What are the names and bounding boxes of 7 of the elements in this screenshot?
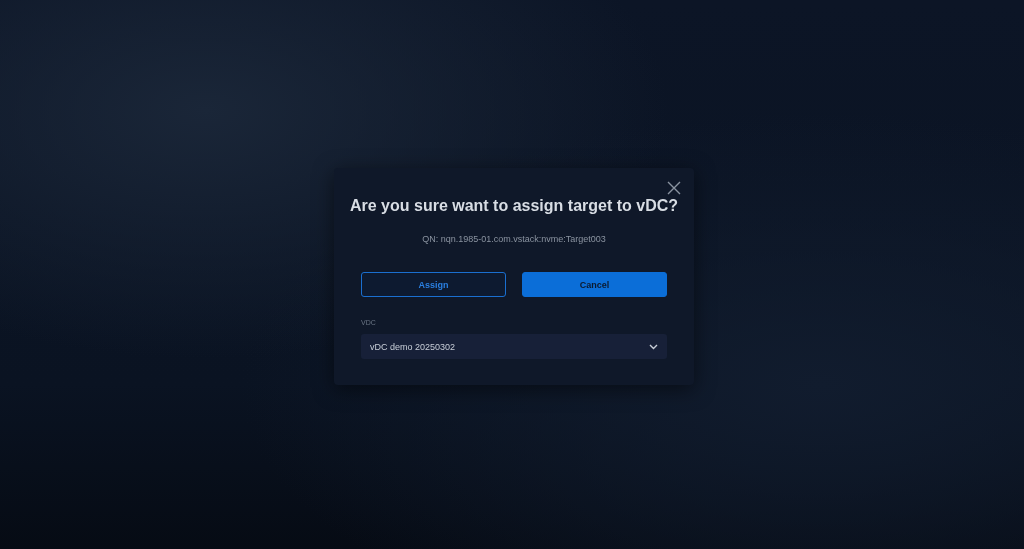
close-icon[interactable] [667,181,681,195]
dialog-title: Are you sure want to assign target to vDC? [348,196,680,216]
chevron-down-icon [649,343,658,350]
cancel-button[interactable]: Cancel [522,272,667,297]
assign-button[interactable]: Assign [361,272,506,297]
vdc-select[interactable]: vDC demo 20250302 [361,334,667,359]
dialog-subtitle: QN: nqn.1985-01.com.vstack:nvme:Target003 [421,234,607,244]
